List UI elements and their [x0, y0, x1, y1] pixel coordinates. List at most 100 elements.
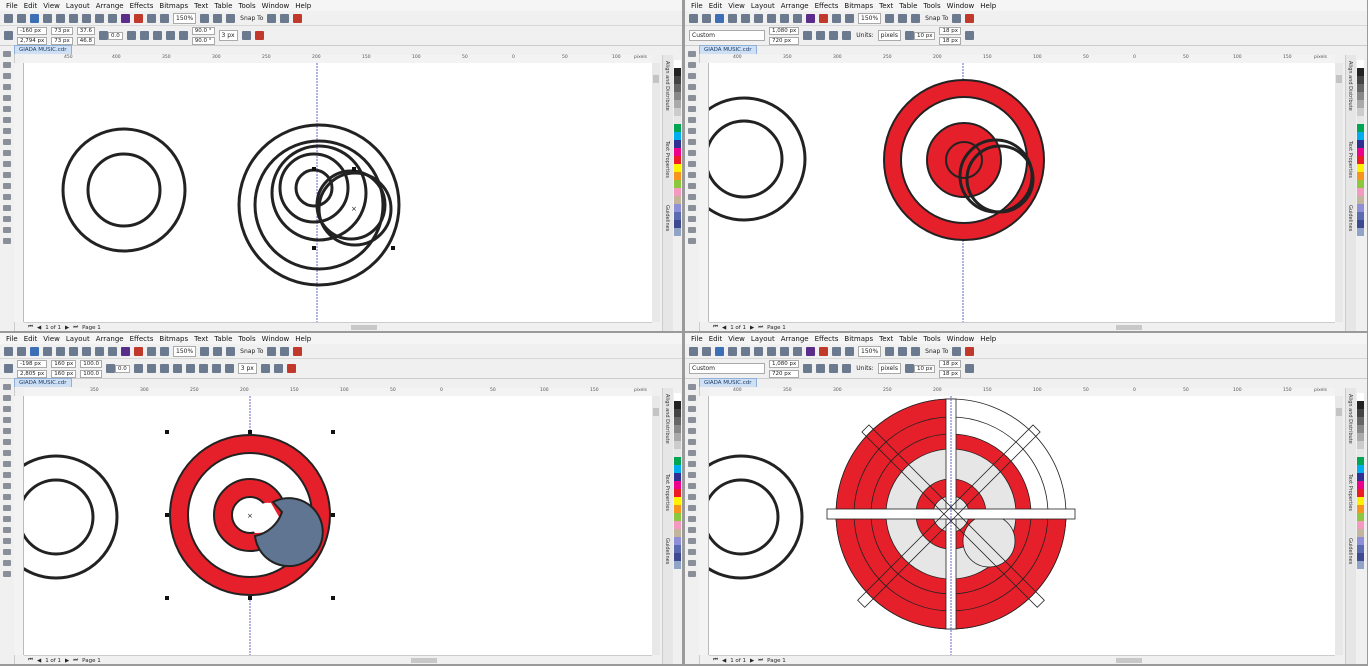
full-screen-icon[interactable] [200, 13, 210, 23]
smart-fill-icon[interactable] [3, 227, 11, 233]
color-swatch[interactable] [674, 84, 681, 92]
rectangle-tool-icon[interactable] [688, 450, 696, 456]
welcome-screen-icon[interactable] [293, 346, 303, 356]
scroll-thumb[interactable] [653, 75, 659, 83]
outline-pen-icon[interactable] [688, 238, 696, 244]
menu-table[interactable]: Table [214, 335, 232, 343]
zoom-tool-icon[interactable] [688, 84, 696, 90]
page-width-field[interactable]: 1,080 px [769, 26, 800, 35]
welcome-screen-icon[interactable] [293, 13, 303, 23]
target-ring-4[interactable] [278, 152, 350, 224]
smart-fill-icon[interactable] [688, 560, 696, 566]
reference-inner-ring[interactable] [86, 152, 162, 228]
eyedropper-tool-icon[interactable] [688, 205, 696, 211]
color-swatch[interactable] [1357, 529, 1364, 537]
menu-view[interactable]: View [43, 2, 60, 10]
menu-window[interactable]: Window [947, 2, 975, 10]
menu-tools[interactable]: Tools [923, 2, 940, 10]
color-swatch[interactable] [674, 124, 681, 132]
menu-bitmaps[interactable]: Bitmaps [159, 2, 188, 10]
color-swatch[interactable] [1357, 92, 1364, 100]
color-swatch[interactable] [674, 148, 681, 156]
menu-layout[interactable]: Layout [66, 2, 90, 10]
menu-help[interactable]: Help [980, 335, 996, 343]
first-page-icon[interactable]: ⏮ [28, 657, 33, 664]
copy-icon[interactable] [754, 346, 763, 356]
undo-icon[interactable] [95, 346, 104, 356]
menu-help[interactable]: Help [980, 2, 996, 10]
polygon-tool-icon[interactable] [3, 139, 11, 145]
ellipse-tool-icon[interactable] [3, 461, 11, 467]
polygon-tool-icon[interactable] [3, 472, 11, 478]
artistic-media-icon[interactable] [3, 106, 11, 112]
trim-icon[interactable] [159, 364, 169, 373]
vertical-scrollbar[interactable] [652, 396, 660, 655]
horizontal-scroll-thumb[interactable] [350, 325, 377, 330]
color-swatch[interactable] [1357, 561, 1364, 569]
open-icon[interactable] [702, 13, 711, 23]
color-swatch[interactable] [674, 172, 681, 180]
selection-handle[interactable] [331, 430, 335, 434]
transparency-tool-icon[interactable] [3, 194, 11, 200]
color-swatch[interactable] [1357, 180, 1364, 188]
welcome-screen-icon[interactable] [965, 346, 975, 356]
ellipse-tool-icon[interactable] [3, 128, 11, 134]
color-swatch[interactable] [1357, 553, 1364, 561]
reference-outer-ring[interactable] [61, 127, 187, 253]
docker-tab-align[interactable]: Align and Distribute [664, 61, 670, 111]
width-field[interactable]: 73 px [51, 26, 73, 35]
cut-icon[interactable] [56, 13, 65, 23]
landscape-icon[interactable] [816, 31, 826, 40]
color-swatch[interactable] [674, 433, 681, 441]
prev-page-icon[interactable]: ◀ [722, 325, 726, 331]
color-swatch[interactable] [1357, 401, 1364, 409]
color-swatch[interactable] [674, 409, 681, 417]
document-tab[interactable]: GIADA MUSIC.cdr [699, 45, 757, 54]
last-page-icon[interactable]: ⏭ [73, 324, 78, 331]
color-swatch[interactable] [1357, 76, 1364, 84]
last-page-icon[interactable]: ⏭ [758, 324, 763, 331]
color-swatch[interactable] [674, 212, 681, 220]
eyedropper-tool-icon[interactable] [3, 205, 11, 211]
selection-handle[interactable] [248, 430, 252, 434]
import-icon[interactable] [819, 346, 828, 356]
color-swatch[interactable] [674, 489, 681, 497]
lock-ratio-icon[interactable] [106, 364, 115, 373]
menu-layout[interactable]: Layout [751, 335, 775, 343]
crop-tool-icon[interactable] [688, 73, 696, 79]
zoom-tool-icon[interactable] [688, 417, 696, 423]
parallel-dimension-icon[interactable] [688, 494, 696, 500]
color-swatch[interactable] [674, 465, 681, 473]
menu-table[interactable]: Table [899, 335, 917, 343]
artistic-media-icon[interactable] [688, 439, 696, 445]
color-swatch[interactable] [674, 473, 681, 481]
outline-pen-icon[interactable] [688, 571, 696, 577]
vertical-ruler[interactable] [699, 63, 709, 322]
page-tab[interactable]: Page 1 [82, 325, 101, 331]
color-swatch[interactable] [1357, 100, 1364, 108]
pick-tool-icon[interactable] [3, 384, 11, 390]
docker-tab-align[interactable]: Align and Distribute [1347, 61, 1353, 111]
cut-icon[interactable] [56, 346, 65, 356]
drawing-canvas[interactable] [709, 63, 1335, 322]
zoom-select[interactable]: 150% [173, 12, 197, 24]
menu-edit[interactable]: Edit [709, 2, 723, 10]
color-swatch[interactable] [1357, 196, 1364, 204]
publish-icon[interactable] [845, 346, 854, 356]
rectangle-tool-icon[interactable] [688, 117, 696, 123]
color-swatch[interactable] [1357, 220, 1364, 228]
color-swatch[interactable] [1357, 473, 1364, 481]
page-width-field[interactable]: 1,080 px [769, 359, 800, 368]
color-swatch[interactable] [674, 76, 681, 84]
menu-view[interactable]: View [728, 2, 745, 10]
color-swatch[interactable] [1357, 148, 1364, 156]
document-tab[interactable]: GIADA MUSIC.cdr [699, 378, 757, 387]
color-swatch[interactable] [674, 164, 681, 172]
prev-page-icon[interactable]: ◀ [37, 658, 41, 664]
search-content-icon[interactable] [806, 13, 815, 23]
color-swatch[interactable] [674, 108, 681, 116]
portrait-icon[interactable] [803, 364, 813, 373]
crop-tool-icon[interactable] [3, 406, 11, 412]
connector-tool-icon[interactable] [688, 505, 696, 511]
grid-icon[interactable] [911, 346, 921, 356]
